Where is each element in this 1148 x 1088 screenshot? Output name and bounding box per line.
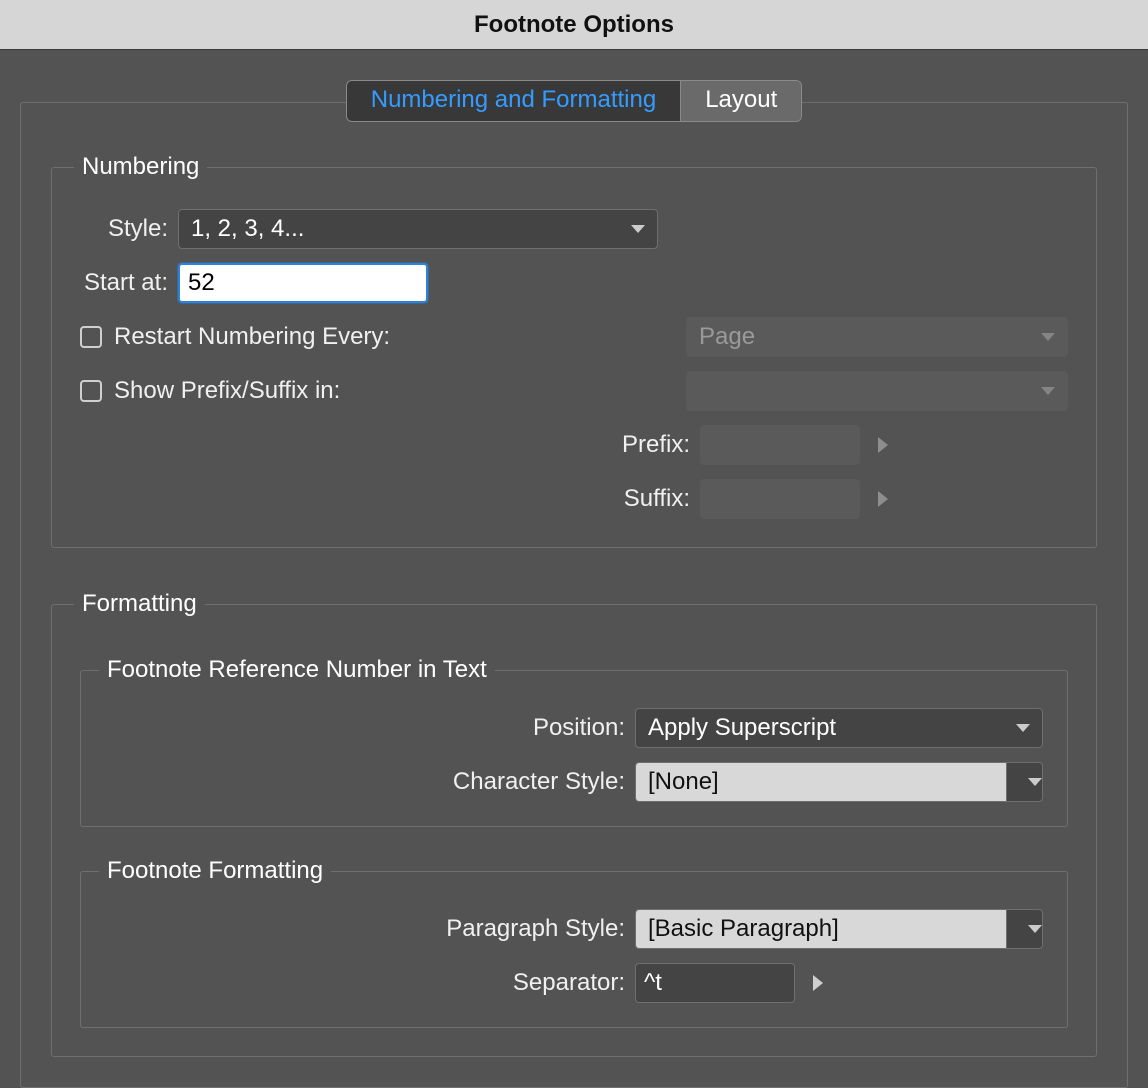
separator-label: Separator: (105, 969, 635, 997)
para-style-label: Paragraph Style: (105, 915, 635, 943)
position-dropdown[interactable]: Apply Superscript (635, 708, 1043, 748)
start-at-label: Start at: (80, 269, 178, 297)
formatting-legend: Formatting (74, 590, 205, 618)
start-at-input[interactable] (178, 263, 428, 303)
row-prefix: Prefix: (80, 425, 1068, 465)
separator-menu-button[interactable] (813, 975, 823, 991)
prefix-input (700, 425, 860, 465)
prefix-menu-button (878, 437, 888, 453)
para-style-dropdown[interactable]: [Basic Paragraph] (635, 909, 1043, 949)
dialog-title: Footnote Options (474, 11, 674, 39)
chevron-down-icon (1041, 333, 1055, 341)
position-label: Position: (105, 714, 635, 742)
para-style-dropdown-button[interactable] (1006, 910, 1042, 948)
chevron-down-icon (631, 225, 645, 233)
show-prefix-label: Show Prefix/Suffix in: (114, 377, 686, 405)
position-value: Apply Superscript (648, 714, 836, 742)
char-style-value: [None] (636, 763, 1006, 801)
row-style: Style: 1, 2, 3, 4... (80, 209, 1068, 249)
tab-bar: Numbering and Formatting Layout (20, 80, 1128, 122)
char-style-dropdown-button[interactable] (1006, 763, 1042, 801)
restart-label: Restart Numbering Every: (114, 323, 686, 351)
suffix-input (700, 479, 860, 519)
chevron-down-icon (1028, 925, 1042, 933)
separator-input[interactable] (635, 963, 795, 1003)
tab-group: Numbering and Formatting Layout (346, 80, 803, 122)
row-start-at: Start at: (80, 263, 1068, 303)
row-separator: Separator: (105, 963, 1043, 1003)
chevron-down-icon (1041, 387, 1055, 395)
row-char-style: Character Style: [None] (105, 762, 1043, 802)
numbering-group: Numbering Style: 1, 2, 3, 4... Start at:… (51, 153, 1097, 548)
prefix-label: Prefix: (80, 431, 700, 459)
restart-scope-value: Page (699, 323, 755, 351)
main-panel: Numbering Style: 1, 2, 3, 4... Start at:… (20, 102, 1128, 1088)
footnote-formatting-group: Footnote Formatting Paragraph Style: [Ba… (80, 857, 1068, 1028)
restart-scope-dropdown: Page (686, 317, 1068, 357)
row-position: Position: Apply Superscript (105, 708, 1043, 748)
restart-numbering-checkbox[interactable] (80, 326, 102, 348)
dialog-body: Numbering and Formatting Layout Numberin… (0, 50, 1148, 1088)
suffix-label: Suffix: (80, 485, 700, 513)
suffix-menu-button (878, 491, 888, 507)
footnote-formatting-legend: Footnote Formatting (99, 857, 331, 885)
chevron-down-icon (1028, 778, 1042, 786)
row-suffix: Suffix: (80, 479, 1068, 519)
tab-layout[interactable]: Layout (680, 81, 801, 121)
tab-numbering-and-formatting[interactable]: Numbering and Formatting (347, 81, 680, 121)
char-style-dropdown[interactable]: [None] (635, 762, 1043, 802)
chevron-down-icon (1016, 724, 1030, 732)
style-dropdown[interactable]: 1, 2, 3, 4... (178, 209, 658, 249)
char-style-label: Character Style: (105, 768, 635, 796)
numbering-legend: Numbering (74, 153, 207, 181)
row-para-style: Paragraph Style: [Basic Paragraph] (105, 909, 1043, 949)
reference-number-group: Footnote Reference Number in Text Positi… (80, 656, 1068, 827)
style-label: Style: (80, 215, 178, 243)
show-prefix-suffix-checkbox[interactable] (80, 380, 102, 402)
row-restart: Restart Numbering Every: Page (80, 317, 1068, 357)
style-value: 1, 2, 3, 4... (191, 215, 304, 243)
formatting-group: Formatting Footnote Reference Number in … (51, 590, 1097, 1057)
reference-number-legend: Footnote Reference Number in Text (99, 656, 495, 684)
para-style-value: [Basic Paragraph] (636, 910, 1006, 948)
title-bar: Footnote Options (0, 0, 1148, 50)
row-show-prefix: Show Prefix/Suffix in: (80, 371, 1068, 411)
show-prefix-dropdown (686, 371, 1068, 411)
